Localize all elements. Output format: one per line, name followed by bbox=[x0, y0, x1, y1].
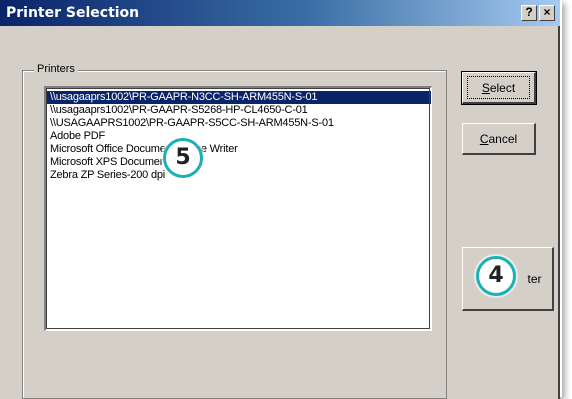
help-icon: ? bbox=[525, 5, 533, 19]
window-title: Printer Selection bbox=[6, 5, 140, 21]
title-bar[interactable]: Printer Selection ? × bbox=[0, 0, 560, 26]
printers-group-label: Printers bbox=[34, 63, 78, 75]
printer-list-item[interactable]: Microsoft Office Document Image Writer bbox=[46, 143, 431, 156]
close-icon: × bbox=[543, 5, 551, 19]
callout-badge-5: 5 bbox=[163, 138, 203, 178]
printer-list-item[interactable]: \\usagaaprs1002\PR-GAAPR-N3CC-SH-ARM455N… bbox=[46, 91, 431, 104]
cancel-button-label: Cancel bbox=[479, 132, 518, 146]
printer-list-item[interactable]: \\usagaaprs1002\PR-GAAPR-S5268-HP-CL4650… bbox=[46, 104, 431, 117]
printer-list-item[interactable]: Adobe PDF bbox=[46, 130, 431, 143]
select-button[interactable]: Select bbox=[461, 71, 537, 105]
callout-badge-4: 4 bbox=[476, 256, 516, 296]
select-button-label: Select bbox=[481, 81, 516, 95]
focus-rect: Select bbox=[467, 76, 530, 99]
close-button[interactable]: × bbox=[539, 5, 555, 21]
printer-list-item[interactable]: Microsoft XPS Document Writer bbox=[46, 156, 431, 169]
printers-listbox[interactable]: \\usagaaprs1002\PR-GAAPR-N3CC-SH-ARM455N… bbox=[44, 86, 432, 331]
printer-list-item[interactable]: Zebra ZP Series-200 dpi bbox=[46, 169, 431, 182]
help-button[interactable]: ? bbox=[521, 5, 537, 21]
cancel-button[interactable]: Cancel bbox=[462, 123, 536, 155]
other-printer-button-label: ter bbox=[527, 272, 542, 286]
printer-list-item[interactable]: \\USAGAAPRS1002\PR-GAAPR-S5CC-SH-ARM455N… bbox=[46, 117, 431, 130]
